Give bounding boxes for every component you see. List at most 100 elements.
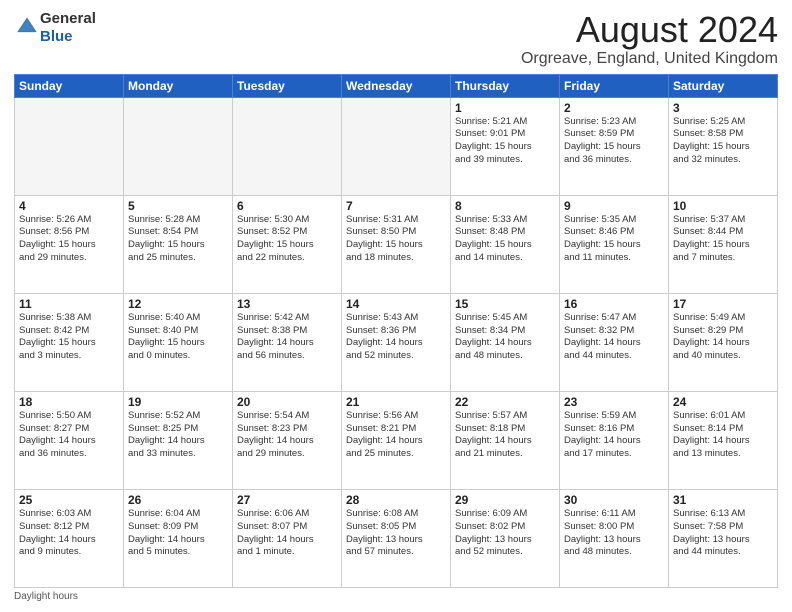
day-info: Sunrise: 5:31 AM Sunset: 8:50 PM Dayligh… [346,214,446,265]
day-number: 3 [673,101,773,115]
day-number: 5 [128,199,228,213]
day-number: 18 [19,395,119,409]
calendar-cell: 24Sunrise: 6:01 AM Sunset: 8:14 PM Dayli… [669,391,778,489]
day-info: Sunrise: 5:47 AM Sunset: 8:32 PM Dayligh… [564,312,664,363]
weekday-saturday: Saturday [669,74,778,97]
calendar-cell: 5Sunrise: 5:28 AM Sunset: 8:54 PM Daylig… [124,195,233,293]
calendar-cell [124,97,233,195]
day-number: 9 [564,199,664,213]
calendar-cell: 16Sunrise: 5:47 AM Sunset: 8:32 PM Dayli… [560,293,669,391]
day-number: 17 [673,297,773,311]
day-info: Sunrise: 5:40 AM Sunset: 8:40 PM Dayligh… [128,312,228,363]
calendar-cell: 30Sunrise: 6:11 AM Sunset: 8:00 PM Dayli… [560,489,669,587]
day-info: Sunrise: 5:59 AM Sunset: 8:16 PM Dayligh… [564,410,664,461]
day-number: 28 [346,493,446,507]
calendar-cell: 25Sunrise: 6:03 AM Sunset: 8:12 PM Dayli… [15,489,124,587]
day-number: 1 [455,101,555,115]
day-info: Sunrise: 6:01 AM Sunset: 8:14 PM Dayligh… [673,410,773,461]
day-info: Sunrise: 5:42 AM Sunset: 8:38 PM Dayligh… [237,312,337,363]
calendar-cell: 11Sunrise: 5:38 AM Sunset: 8:42 PM Dayli… [15,293,124,391]
calendar-cell: 23Sunrise: 5:59 AM Sunset: 8:16 PM Dayli… [560,391,669,489]
calendar-cell: 7Sunrise: 5:31 AM Sunset: 8:50 PM Daylig… [342,195,451,293]
page: General Blue August 2024 Orgreave, Engla… [0,0,792,612]
title-block: August 2024 Orgreave, England, United Ki… [521,10,778,68]
day-number: 8 [455,199,555,213]
calendar-week-4: 18Sunrise: 5:50 AM Sunset: 8:27 PM Dayli… [15,391,778,489]
day-info: Sunrise: 5:38 AM Sunset: 8:42 PM Dayligh… [19,312,119,363]
calendar-cell: 9Sunrise: 5:35 AM Sunset: 8:46 PM Daylig… [560,195,669,293]
day-info: Sunrise: 5:54 AM Sunset: 8:23 PM Dayligh… [237,410,337,461]
day-number: 11 [19,297,119,311]
day-number: 27 [237,493,337,507]
calendar-week-3: 11Sunrise: 5:38 AM Sunset: 8:42 PM Dayli… [15,293,778,391]
calendar-cell [342,97,451,195]
logo: General Blue [14,10,96,46]
calendar-cell: 29Sunrise: 6:09 AM Sunset: 8:02 PM Dayli… [451,489,560,587]
day-number: 2 [564,101,664,115]
calendar-cell: 10Sunrise: 5:37 AM Sunset: 8:44 PM Dayli… [669,195,778,293]
day-info: Sunrise: 5:57 AM Sunset: 8:18 PM Dayligh… [455,410,555,461]
day-info: Sunrise: 6:04 AM Sunset: 8:09 PM Dayligh… [128,508,228,559]
day-info: Sunrise: 5:35 AM Sunset: 8:46 PM Dayligh… [564,214,664,265]
day-info: Sunrise: 5:49 AM Sunset: 8:29 PM Dayligh… [673,312,773,363]
calendar-cell: 4Sunrise: 5:26 AM Sunset: 8:56 PM Daylig… [15,195,124,293]
day-number: 16 [564,297,664,311]
day-number: 19 [128,395,228,409]
calendar-cell: 6Sunrise: 5:30 AM Sunset: 8:52 PM Daylig… [233,195,342,293]
day-info: Sunrise: 5:23 AM Sunset: 8:59 PM Dayligh… [564,116,664,167]
calendar-location: Orgreave, England, United Kingdom [521,50,778,68]
day-info: Sunrise: 5:37 AM Sunset: 8:44 PM Dayligh… [673,214,773,265]
day-info: Sunrise: 5:52 AM Sunset: 8:25 PM Dayligh… [128,410,228,461]
day-info: Sunrise: 5:33 AM Sunset: 8:48 PM Dayligh… [455,214,555,265]
logo-general-text: General [40,10,96,27]
day-number: 24 [673,395,773,409]
calendar-cell: 15Sunrise: 5:45 AM Sunset: 8:34 PM Dayli… [451,293,560,391]
day-number: 7 [346,199,446,213]
day-info: Sunrise: 6:03 AM Sunset: 8:12 PM Dayligh… [19,508,119,559]
logo-blue-text: Blue [40,28,73,45]
day-number: 4 [19,199,119,213]
calendar-cell: 14Sunrise: 5:43 AM Sunset: 8:36 PM Dayli… [342,293,451,391]
day-info: Sunrise: 5:50 AM Sunset: 8:27 PM Dayligh… [19,410,119,461]
weekday-thursday: Thursday [451,74,560,97]
calendar-cell: 22Sunrise: 5:57 AM Sunset: 8:18 PM Dayli… [451,391,560,489]
calendar-cell: 19Sunrise: 5:52 AM Sunset: 8:25 PM Dayli… [124,391,233,489]
day-number: 6 [237,199,337,213]
day-number: 23 [564,395,664,409]
calendar-cell: 3Sunrise: 5:25 AM Sunset: 8:58 PM Daylig… [669,97,778,195]
calendar-week-2: 4Sunrise: 5:26 AM Sunset: 8:56 PM Daylig… [15,195,778,293]
calendar-cell [15,97,124,195]
calendar-title: August 2024 [521,10,778,50]
day-number: 20 [237,395,337,409]
day-info: Sunrise: 5:21 AM Sunset: 9:01 PM Dayligh… [455,116,555,167]
logo-icon [16,15,38,37]
day-number: 31 [673,493,773,507]
day-number: 25 [19,493,119,507]
day-info: Sunrise: 5:56 AM Sunset: 8:21 PM Dayligh… [346,410,446,461]
weekday-sunday: Sunday [15,74,124,97]
calendar-cell: 8Sunrise: 5:33 AM Sunset: 8:48 PM Daylig… [451,195,560,293]
day-info: Sunrise: 5:26 AM Sunset: 8:56 PM Dayligh… [19,214,119,265]
weekday-header-row: SundayMondayTuesdayWednesdayThursdayFrid… [15,74,778,97]
day-number: 14 [346,297,446,311]
day-number: 10 [673,199,773,213]
day-number: 15 [455,297,555,311]
calendar-cell: 1Sunrise: 5:21 AM Sunset: 9:01 PM Daylig… [451,97,560,195]
calendar-cell: 20Sunrise: 5:54 AM Sunset: 8:23 PM Dayli… [233,391,342,489]
day-info: Sunrise: 5:43 AM Sunset: 8:36 PM Dayligh… [346,312,446,363]
calendar-cell: 2Sunrise: 5:23 AM Sunset: 8:59 PM Daylig… [560,97,669,195]
calendar-cell: 31Sunrise: 6:13 AM Sunset: 7:58 PM Dayli… [669,489,778,587]
day-number: 13 [237,297,337,311]
calendar-cell: 21Sunrise: 5:56 AM Sunset: 8:21 PM Dayli… [342,391,451,489]
day-info: Sunrise: 5:45 AM Sunset: 8:34 PM Dayligh… [455,312,555,363]
day-number: 30 [564,493,664,507]
calendar-cell [233,97,342,195]
day-number: 29 [455,493,555,507]
calendar-table: SundayMondayTuesdayWednesdayThursdayFrid… [14,74,778,588]
day-info: Sunrise: 6:09 AM Sunset: 8:02 PM Dayligh… [455,508,555,559]
calendar-cell: 27Sunrise: 6:06 AM Sunset: 8:07 PM Dayli… [233,489,342,587]
day-number: 22 [455,395,555,409]
day-info: Sunrise: 6:13 AM Sunset: 7:58 PM Dayligh… [673,508,773,559]
weekday-wednesday: Wednesday [342,74,451,97]
day-info: Sunrise: 6:06 AM Sunset: 8:07 PM Dayligh… [237,508,337,559]
